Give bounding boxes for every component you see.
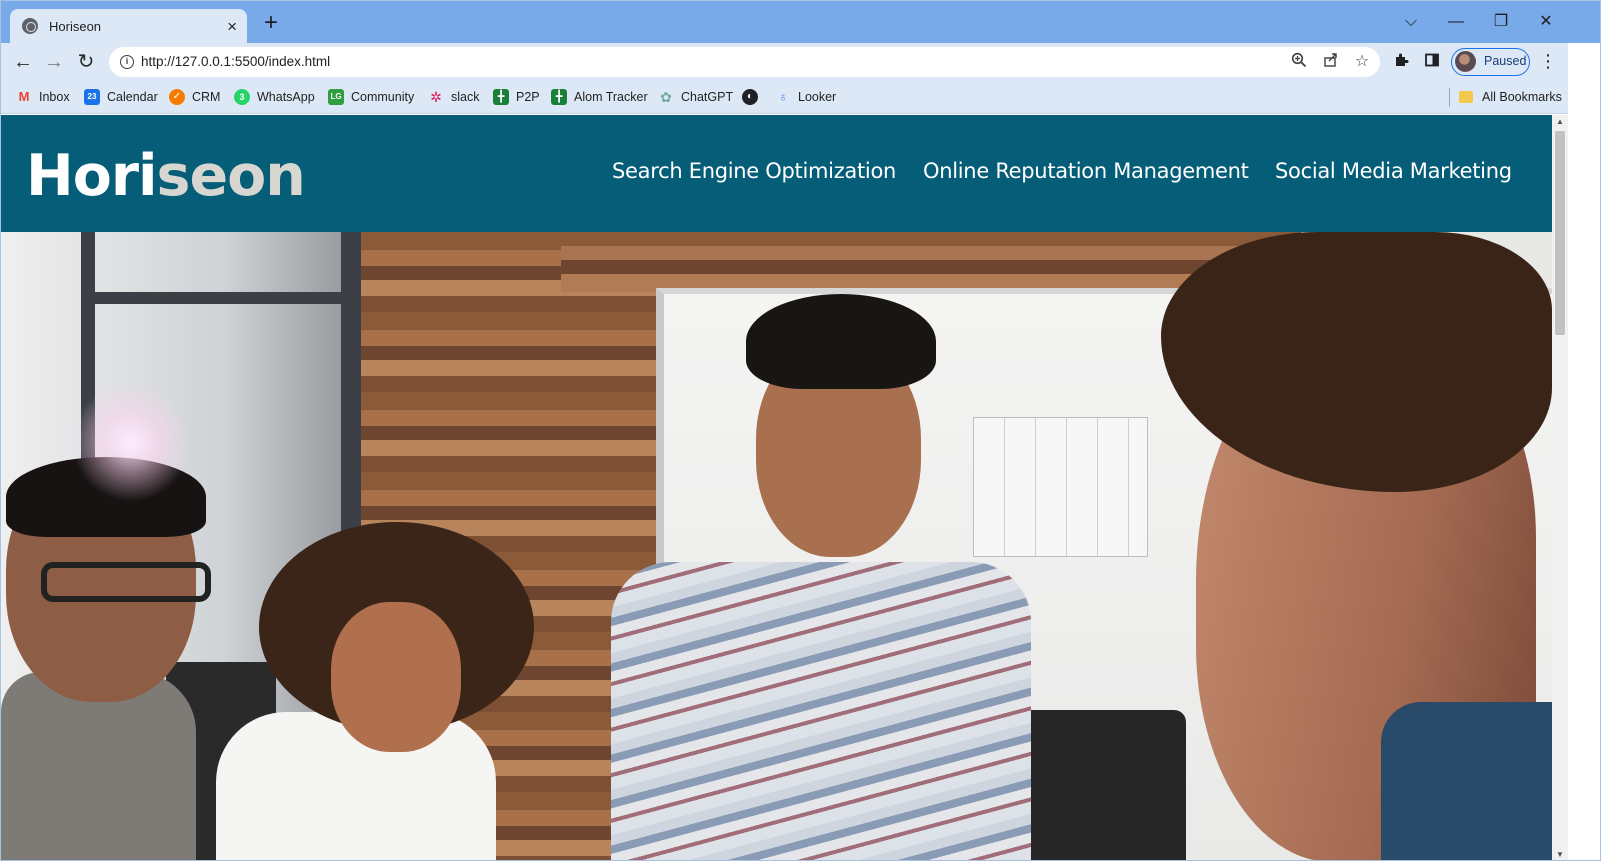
logo-text-main: Hori <box>26 143 158 209</box>
close-window-button[interactable]: ✕ <box>1531 11 1561 33</box>
bookmark-looker[interactable]: ♁ Looker <box>775 88 836 106</box>
bookmark-label: ChatGPT <box>681 90 734 104</box>
forward-button[interactable]: → <box>42 50 66 74</box>
hero-person <box>331 602 461 752</box>
hero-person <box>41 562 211 602</box>
bookmark-whatsapp[interactable]: 3 WhatsApp <box>234 88 315 106</box>
looker-icon: ♁ <box>778 89 788 104</box>
browser-menu-icon[interactable]: ⋮ <box>1538 51 1558 71</box>
browser-window: Horiseon × + ⌵ — ❐ ✕ ← → ↻ i http://127.… <box>0 0 1601 861</box>
star-icon[interactable]: ☆ <box>1352 52 1372 72</box>
folder-icon <box>1459 91 1473 103</box>
bookmark-label: Looker <box>798 90 837 104</box>
minimize-button[interactable]: — <box>1441 11 1471 33</box>
hero-person <box>611 562 1031 860</box>
site-header: Horiseon Search Engine Optimization Onli… <box>1 115 1552 232</box>
calendar-icon: 23 <box>84 89 100 105</box>
nav-link-reputation[interactable]: Online Reputation Management <box>923 159 1249 183</box>
globe-icon <box>22 18 38 34</box>
scroll-thumb[interactable] <box>1555 131 1565 335</box>
scroll-up-icon[interactable]: ▲ <box>1552 115 1568 129</box>
chatgpt-icon: ✿ <box>660 89 672 105</box>
bookmark-calendar[interactable]: 23 Calendar <box>84 88 158 106</box>
restore-button[interactable]: ❐ <box>1486 11 1516 33</box>
profile-status: Paused <box>1484 54 1527 68</box>
gmail-icon: M <box>18 89 30 104</box>
bookmark-globe[interactable]: ◐ <box>742 88 765 106</box>
tab-search-icon[interactable]: ⌵ <box>1396 11 1426 33</box>
bookmark-label: CRM <box>192 90 221 104</box>
sheets-icon: ╋ <box>551 89 567 105</box>
url-text[interactable]: http://127.0.0.1:5500/index.html <box>141 54 330 69</box>
all-bookmarks-button[interactable]: All Bookmarks <box>1459 88 1562 106</box>
bookmark-label: Community <box>351 90 415 104</box>
bookmark-label: Alom Tracker <box>574 90 648 104</box>
profile-button[interactable]: Paused <box>1451 48 1530 76</box>
nav-link-social-media[interactable]: Social Media Marketing <box>1275 159 1512 183</box>
whatsapp-icon: 3 <box>234 89 250 105</box>
hero-lens-flare <box>71 382 191 502</box>
globe-icon: ◐ <box>742 89 758 105</box>
address-bar[interactable]: i http://127.0.0.1:5500/index.html ☆ <box>109 47 1380 77</box>
bookmark-label: WhatsApp <box>257 90 315 104</box>
new-tab-button[interactable]: + <box>258 10 284 36</box>
bookmark-p2p[interactable]: ╋ P2P <box>493 88 540 106</box>
share-icon[interactable] <box>1321 52 1341 72</box>
page-scrollbar[interactable]: ▲ ▼ <box>1552 115 1568 860</box>
bookmark-chatgpt[interactable]: ✿ ChatGPT <box>658 88 733 106</box>
bookmark-label: slack <box>451 90 480 104</box>
browser-tab[interactable]: Horiseon × <box>10 9 247 43</box>
page-viewport: Horiseon Search Engine Optimization Onli… <box>1 115 1552 860</box>
side-panel-icon[interactable] <box>1422 52 1442 72</box>
avatar <box>1455 51 1476 72</box>
extensions-icon[interactable] <box>1391 52 1411 72</box>
bookmarks-bar: M Inbox 23 Calendar ✓ CRM 3 WhatsApp LG … <box>1 81 1600 114</box>
site-info-icon[interactable]: i <box>120 55 134 69</box>
bookmark-community[interactable]: LG Community <box>328 88 414 106</box>
community-icon: LG <box>328 89 344 105</box>
sheets-icon: ╋ <box>493 89 509 105</box>
bookmark-label: P2P <box>516 90 540 104</box>
window-right-edge <box>1568 43 1600 860</box>
all-bookmarks-label: All Bookmarks <box>1482 90 1562 104</box>
tab-title: Horiseon <box>49 18 102 34</box>
bookmarks-divider <box>1449 88 1450 107</box>
bookmark-label: Inbox <box>39 90 70 104</box>
title-bar: Horiseon × + ⌵ — ❐ ✕ <box>1 1 1600 43</box>
slack-icon: ✲ <box>430 89 442 105</box>
back-button[interactable]: ← <box>11 50 35 74</box>
tab-close-icon[interactable]: × <box>227 18 237 35</box>
bookmark-slack[interactable]: ✲ slack <box>428 88 479 106</box>
hero-wireframe-sketch <box>973 417 1148 557</box>
reload-button[interactable]: ↻ <box>74 50 98 74</box>
hero-image <box>1 232 1552 860</box>
hero-person <box>746 294 936 389</box>
scroll-down-icon[interactable]: ▼ <box>1552 848 1568 860</box>
bookmark-alom-tracker[interactable]: ╋ Alom Tracker <box>551 88 648 106</box>
browser-toolbar: ← → ↻ i http://127.0.0.1:5500/index.html… <box>1 43 1600 81</box>
bookmark-crm[interactable]: ✓ CRM <box>169 88 220 106</box>
logo-text-accent: seon <box>156 143 306 209</box>
hero-person <box>1381 702 1552 860</box>
bookmark-label: Calendar <box>107 90 158 104</box>
nav-link-seo[interactable]: Search Engine Optimization <box>612 159 896 183</box>
hero-chair <box>1016 710 1186 860</box>
zoom-icon[interactable] <box>1289 52 1309 72</box>
site-logo[interactable]: Horiseon <box>26 143 306 209</box>
bookmark-inbox[interactable]: M Inbox <box>16 88 70 106</box>
crm-icon: ✓ <box>169 89 185 105</box>
hero-window-frame <box>81 292 371 304</box>
